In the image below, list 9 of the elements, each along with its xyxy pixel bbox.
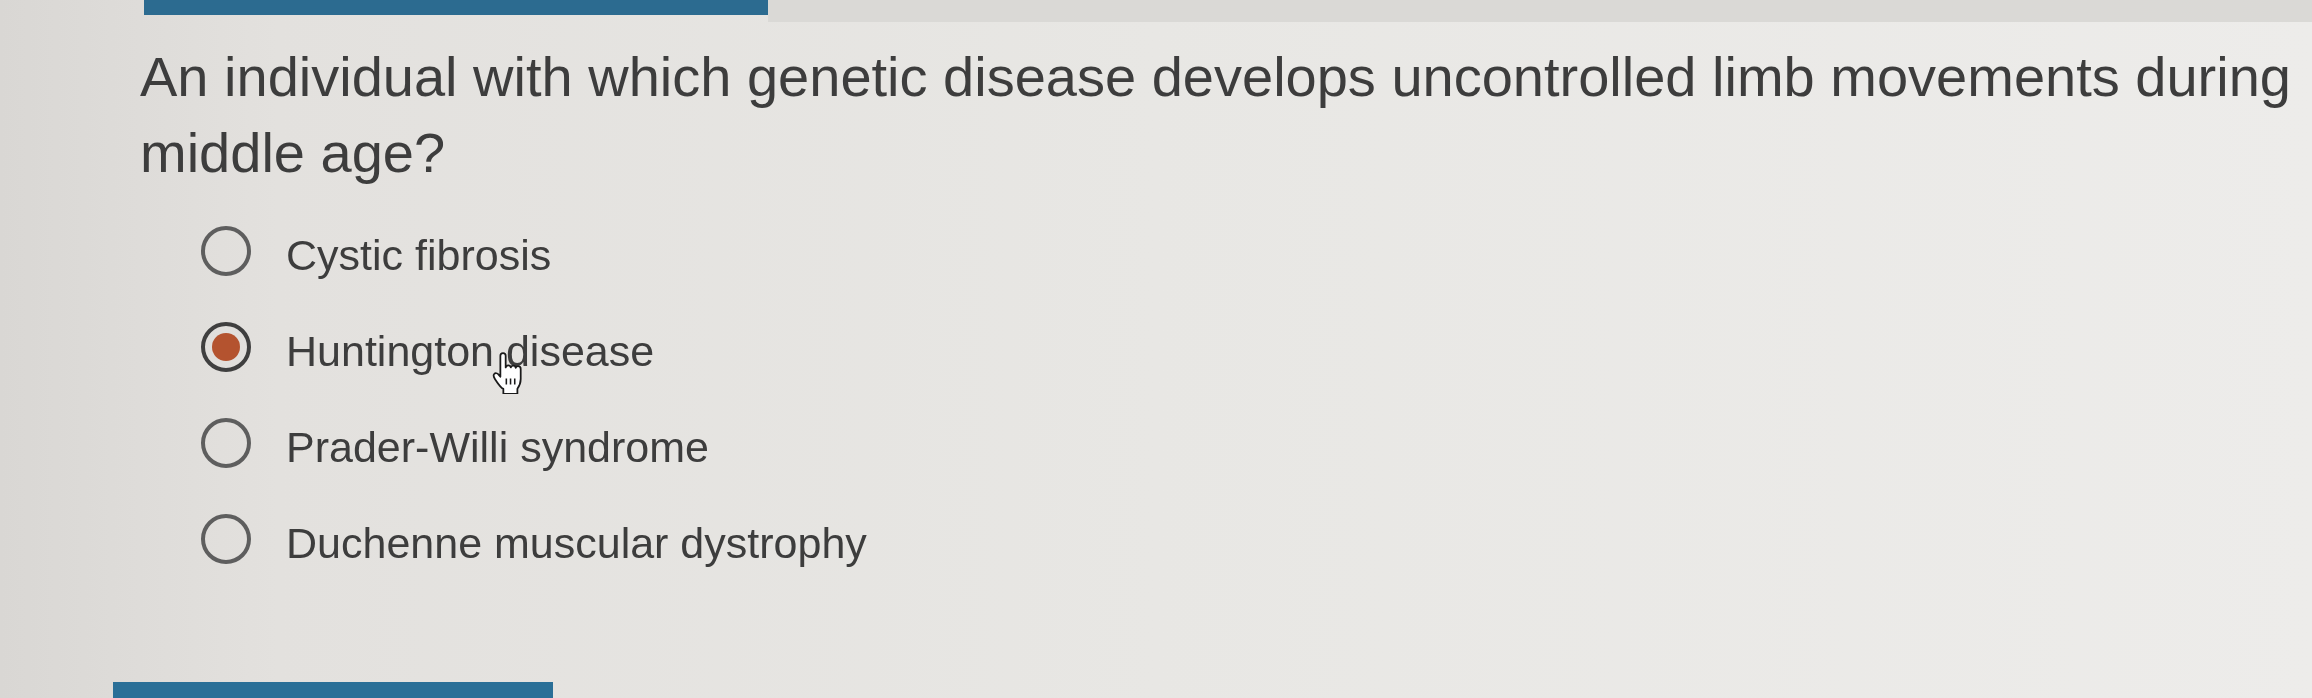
option-label[interactable]: Duchenne muscular dystrophy — [286, 509, 867, 569]
radio-button[interactable] — [201, 418, 251, 468]
radio-button[interactable] — [201, 322, 251, 372]
radio-button[interactable] — [201, 226, 251, 276]
radio-button[interactable] — [201, 514, 251, 564]
option-label[interactable]: Huntington disease — [286, 317, 655, 377]
option-label[interactable]: Cystic fibrosis — [286, 221, 552, 281]
option-label[interactable]: Prader-Willi syndrome — [286, 413, 709, 473]
question-text: An individual with which genetic disease develops uncontrolled limb movements during middle age? — [140, 44, 2292, 186]
